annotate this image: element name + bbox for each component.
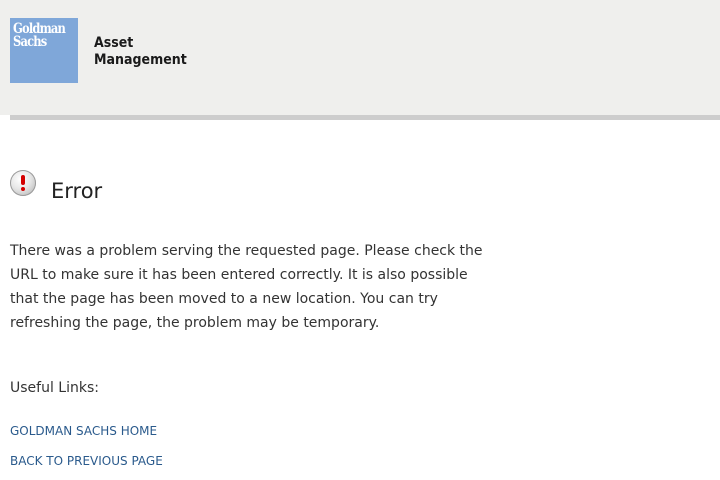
site-header: Goldman Sachs Asset Management [0, 0, 720, 115]
division-line2: Management [94, 52, 187, 68]
logo-text-line2: Sachs [13, 34, 47, 50]
goldman-sachs-logo[interactable]: Goldman Sachs [10, 18, 78, 83]
header-divider [10, 115, 720, 120]
exclamation-icon [10, 170, 36, 196]
error-title: Error [51, 179, 103, 203]
division-name: Asset Management [94, 35, 187, 69]
useful-links-label: Useful Links: [10, 380, 99, 396]
exclamation-bar [21, 175, 25, 185]
goldman-sachs-home-link[interactable]: GOLDMAN SACHS HOME [10, 423, 157, 439]
exclamation-dot [21, 187, 25, 191]
division-line1: Asset [94, 35, 134, 51]
back-to-previous-page-link[interactable]: BACK TO PREVIOUS PAGE [10, 453, 163, 469]
error-message: There was a problem serving the requeste… [10, 243, 483, 331]
